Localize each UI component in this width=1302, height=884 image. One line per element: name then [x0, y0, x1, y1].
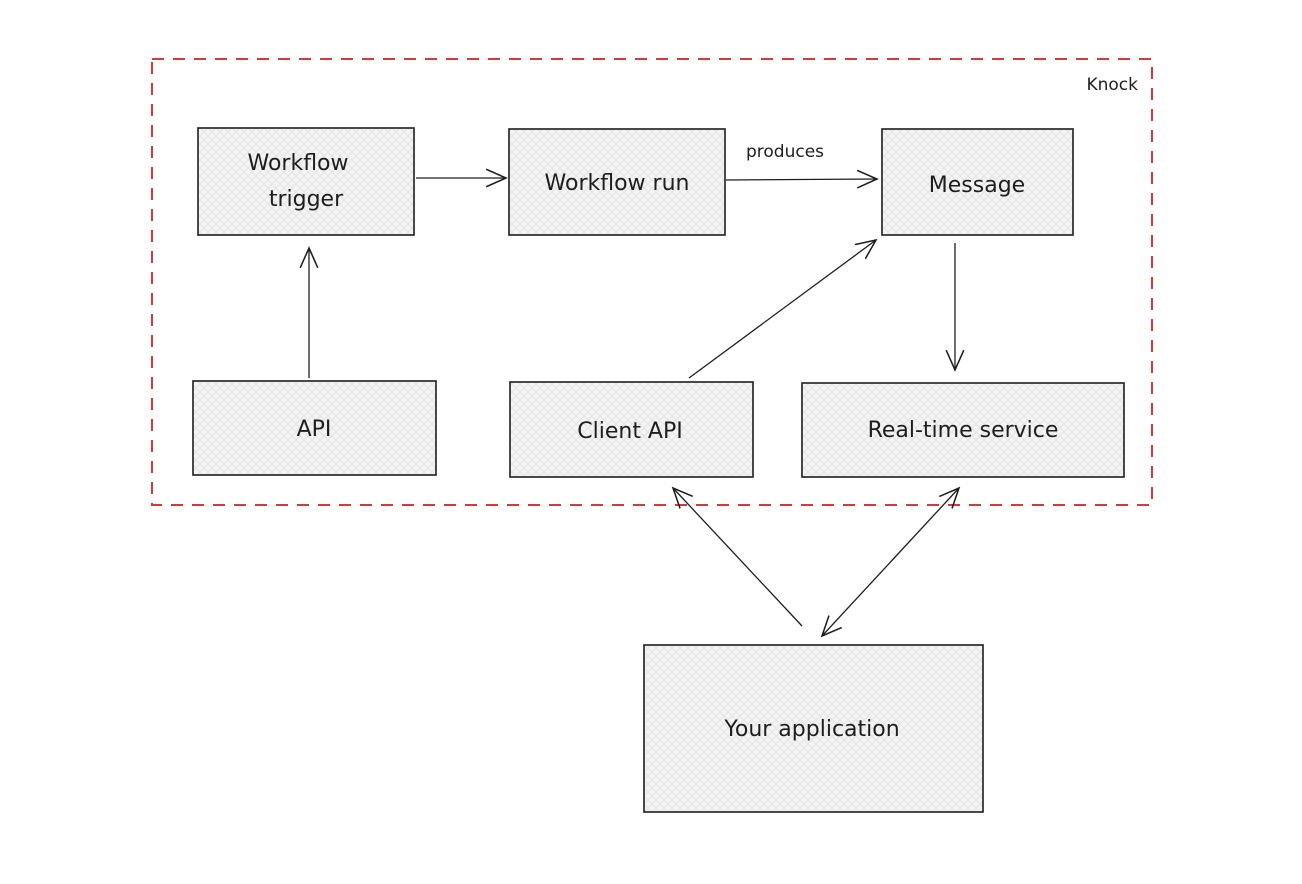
knock-group-label: Knock [1086, 75, 1138, 95]
node-your-application-label: Your application [723, 717, 899, 742]
node-api: API [192, 380, 437, 476]
node-api-label: API [297, 417, 332, 442]
edge-client-api-to-message [688, 240, 876, 379]
edge-run-to-message [725, 179, 877, 180]
node-workflow-trigger: Workflow trigger [197, 127, 415, 236]
node-workflow-run: Workflow run [508, 128, 726, 236]
edge-label-produces: produces [746, 142, 824, 162]
node-your-application: Your application [643, 644, 984, 813]
edge-app-to-client-api [673, 488, 803, 627]
node-client-api: Client API [509, 381, 754, 478]
node-workflow-trigger-line-1: Workflow [247, 151, 348, 176]
node-realtime-service-label: Real-time service [868, 418, 1059, 443]
node-message: Message [881, 128, 1074, 236]
node-message-label: Message [929, 173, 1025, 198]
edge-realtime-app-bidirectional [822, 488, 959, 636]
node-workflow-run-label: Workflow run [545, 171, 690, 196]
node-realtime-service: Real-time service [801, 382, 1125, 478]
node-workflow-trigger-line-2: trigger [269, 187, 344, 212]
architecture-diagram: Knock produces Workflow trigger Workflow… [151, 58, 1153, 813]
node-client-api-label: Client API [577, 419, 683, 444]
